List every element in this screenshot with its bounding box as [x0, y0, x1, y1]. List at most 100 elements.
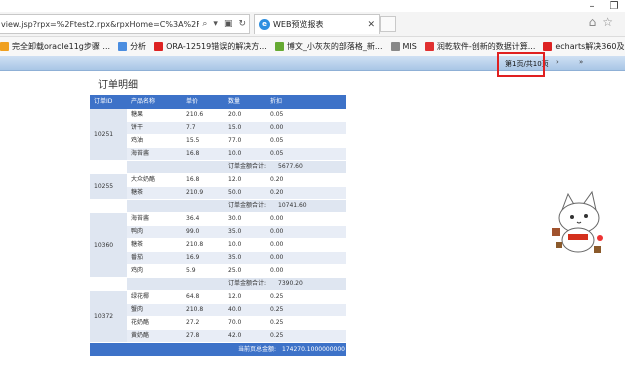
chevron-down-icon[interactable]: ▾ [210, 19, 221, 29]
product-cell: 饼干 [127, 122, 182, 135]
quantity-cell: 40.0 [224, 304, 266, 317]
product-cell: 花奶酪 [127, 317, 182, 330]
bookmark-icon [0, 42, 9, 51]
quantity-cell: 77.0 [224, 135, 266, 148]
bookmark-icon [118, 42, 128, 51]
browser-home-icons: ⌂☆ [589, 15, 619, 29]
discount-cell: 0.00 [266, 226, 346, 239]
product-cell: 绿花椰 [127, 291, 182, 304]
quantity-cell: 12.0 [224, 291, 266, 304]
header-order-id: 订单ID [90, 95, 127, 109]
page-nav[interactable]: › » [556, 58, 592, 66]
subtotal-label: 订单金额合计: [227, 163, 266, 170]
discount-cell: 0.00 [266, 252, 346, 265]
discount-cell: 0.05 [266, 135, 346, 148]
home-icon[interactable]: ⌂ [589, 15, 603, 29]
price-cell: 5.9 [182, 265, 224, 278]
subtotal-value: 10741.60 [278, 202, 307, 209]
favorite-label: 分析 [130, 42, 147, 51]
favorite-item[interactable]: 博文_小灰灰的部落格_新... [274, 41, 383, 52]
price-cell: 16.8 [182, 174, 224, 187]
quantity-cell: 25.0 [224, 265, 266, 278]
subtotal-row: 订单金额合计: 10741.60 [127, 200, 346, 213]
quantity-cell: 10.0 [224, 148, 266, 161]
subtotal-row: 订单金额合计: 7390.20 [127, 278, 346, 291]
favorite-label: 完全卸载oracle11g步骤 ... [12, 42, 111, 51]
bookmark-icon [274, 42, 284, 51]
bookmark-icon [390, 42, 400, 51]
subtotal-label: 订单金额合计: [227, 202, 266, 209]
product-cell: 鸭肉 [127, 226, 182, 239]
order-id-cell: 10372 [90, 291, 127, 343]
order-id-cell: 10360 [90, 213, 127, 278]
favorite-item[interactable]: 分析 [118, 41, 146, 52]
report: 订单明细 订单ID 产品名称 单价 数量 折扣 10251 糖果 210.6 20.0… [90, 72, 346, 356]
header-price: 单价 [182, 95, 224, 109]
quantity-cell: 15.0 [224, 122, 266, 135]
product-cell: 大众奶酪 [127, 174, 182, 187]
product-cell: 鸡油 [127, 135, 182, 148]
discount-cell: 0.05 [266, 148, 346, 161]
price-cell: 210.8 [182, 304, 224, 317]
star-icon[interactable]: ☆ [602, 15, 619, 29]
price-cell: 27.2 [182, 317, 224, 330]
ie-icon: e [259, 19, 270, 30]
price-cell: 210.9 [182, 187, 224, 200]
quantity-cell: 12.0 [224, 174, 266, 187]
cat-mascot-icon [552, 190, 603, 253]
quantity-cell: 20.0 [224, 109, 266, 122]
quantity-cell: 35.0 [224, 226, 266, 239]
price-cell: 36.4 [182, 213, 224, 226]
refresh-icon[interactable]: ↻ [235, 19, 249, 29]
product-cell: 糖果 [127, 109, 182, 122]
product-cell: 海苔酱 [127, 213, 182, 226]
subtotal-label: 订单金额合计: [227, 280, 266, 287]
quantity-cell: 10.0 [224, 239, 266, 252]
favorite-label: 润乾软件-创新的数据计算... [436, 42, 536, 51]
price-cell: 16.8 [182, 148, 224, 161]
product-cell: 糖茶 [127, 187, 182, 200]
favorite-label: echarts解决360及IE8兼... [555, 42, 625, 51]
subtotal-value: 5677.60 [278, 163, 303, 170]
tab-web-preview[interactable]: e WEB预览报表 ✕ [254, 14, 380, 34]
discount-cell: 0.05 [266, 109, 346, 122]
subtotal-row: 订单金额合计: 5677.60 [127, 161, 346, 174]
favorite-item[interactable]: 完全卸载oracle11g步骤 ... [0, 41, 110, 52]
price-cell: 15.5 [182, 135, 224, 148]
discount-cell: 0.25 [266, 291, 346, 304]
discount-cell: 0.20 [266, 187, 346, 200]
favorite-label: ORA-12519错误的解决方... [166, 42, 267, 51]
report-title: 订单明细 [98, 80, 138, 91]
product-cell: 番茄 [127, 252, 182, 265]
header-discount: 折扣 [266, 95, 346, 109]
address-bar[interactable]: view.jsp?rpx=%2Ftest2.rpx&rpxHome=C%3A%2… [0, 14, 250, 34]
favorite-item[interactable]: ORA-12519错误的解决方... [154, 41, 267, 52]
price-cell: 99.0 [182, 226, 224, 239]
discount-cell: 0.25 [266, 330, 346, 343]
quantity-cell: 35.0 [224, 252, 266, 265]
order-id-cell: 10251 [90, 109, 127, 161]
quantity-cell: 70.0 [224, 317, 266, 330]
discount-cell: 0.00 [266, 213, 346, 226]
price-cell: 210.6 [182, 109, 224, 122]
quantity-cell: 42.0 [224, 330, 266, 343]
new-tab-button[interactable] [380, 16, 396, 32]
discount-cell: 0.00 [266, 265, 346, 278]
product-cell: 糖茶 [127, 239, 182, 252]
address-text[interactable]: view.jsp?rpx=%2Ftest2.rpx&rpxHome=C%3A%2… [0, 20, 199, 29]
browser-address-row: view.jsp?rpx=%2Ftest2.rpx&rpxHome=C%3A%2… [0, 12, 625, 37]
lock-icon: ▣ [223, 19, 233, 29]
favorite-item[interactable]: echarts解决360及IE8兼... [543, 41, 625, 52]
product-cell: 鸡肉 [127, 265, 182, 278]
discount-cell: 0.00 [266, 122, 346, 135]
discount-cell: 0.20 [266, 174, 346, 187]
price-cell: 210.8 [182, 239, 224, 252]
grand-total-value: 174270.1000000000 [282, 346, 345, 353]
favorite-item[interactable]: MIS [390, 42, 417, 51]
quantity-cell: 50.0 [224, 187, 266, 200]
bookmark-icon [543, 42, 553, 51]
grand-total-label: 当前页总金额: [237, 346, 276, 353]
close-icon[interactable]: ✕ [367, 20, 379, 30]
search-icon[interactable]: ⌕ [199, 19, 210, 29]
favorite-item[interactable]: 润乾软件-创新的数据计算... [424, 41, 536, 52]
